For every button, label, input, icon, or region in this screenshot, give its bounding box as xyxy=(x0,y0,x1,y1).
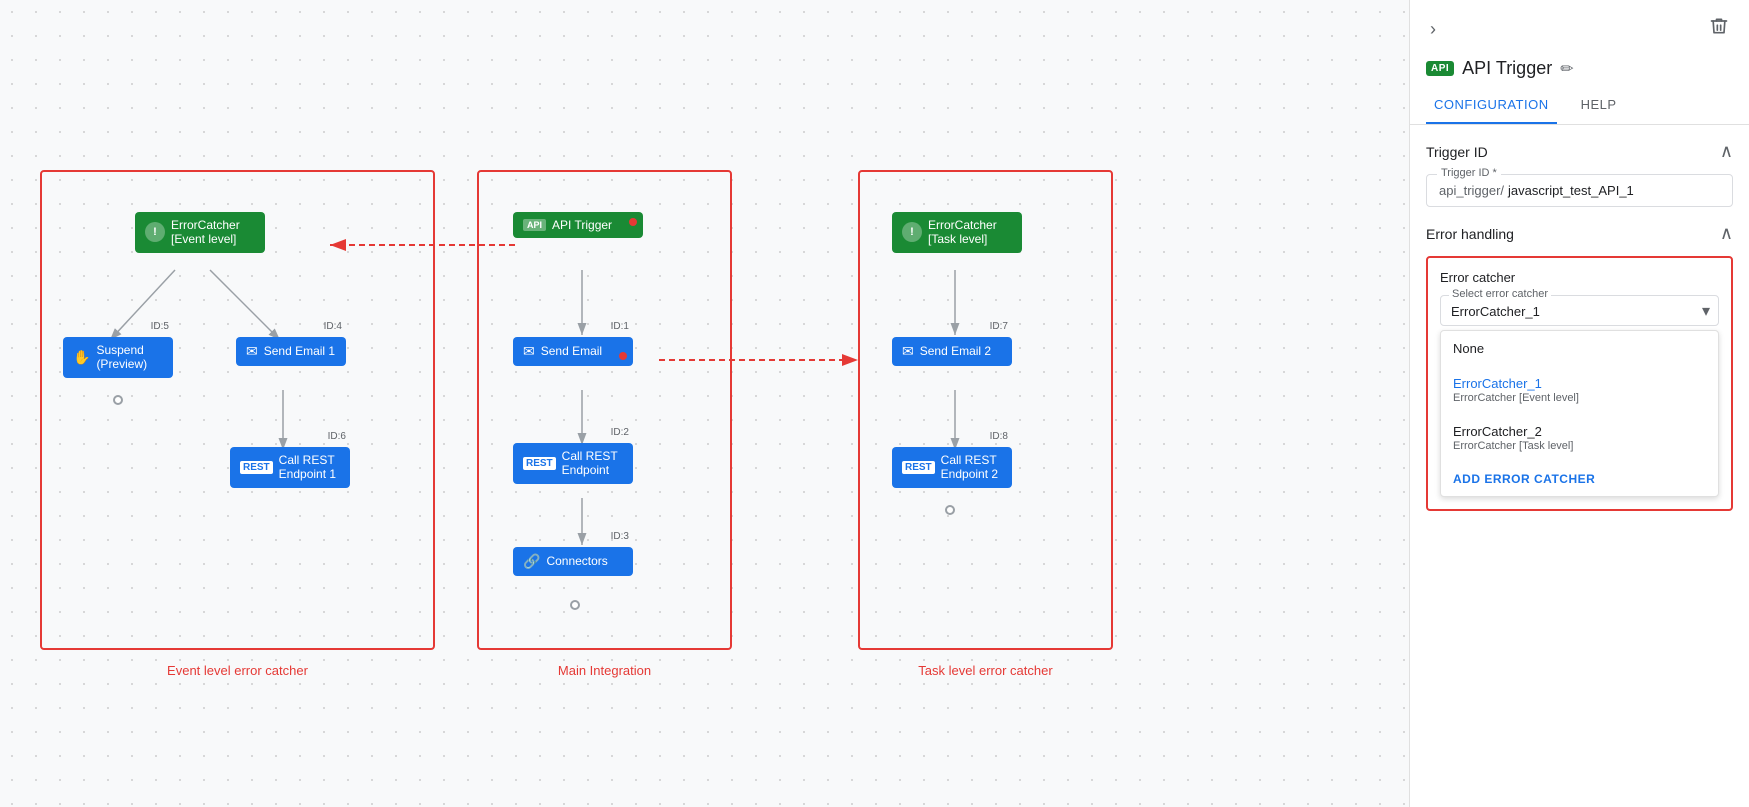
tab-help[interactable]: HELP xyxy=(1573,87,1625,124)
call-rest-main-id: ID:2 xyxy=(611,427,629,438)
trigger-id-value-row: api_trigger/ javascript_test_API_1 xyxy=(1439,183,1720,198)
trigger-id-section: Trigger ID ∧ Trigger ID * api_trigger/ j… xyxy=(1410,125,1749,223)
call-rest-1-id: ID:6 xyxy=(328,431,346,442)
dropdown-item-errorcatcher2[interactable]: ErrorCatcher_2 ErrorCatcher [Task level] xyxy=(1441,414,1718,462)
dropdown-item-errorcatcher1[interactable]: ErrorCatcher_1 ErrorCatcher [Event level… xyxy=(1441,366,1718,414)
trigger-id-prefix: api_trigger/ xyxy=(1439,183,1504,198)
trigger-id-header: Trigger ID ∧ xyxy=(1426,141,1733,162)
send-email-2-id: ID:7 xyxy=(990,321,1008,332)
panel-title-row: API API Trigger ✏ xyxy=(1410,54,1749,87)
main-box: Main Integration xyxy=(477,170,732,650)
call-rest-main-node[interactable]: REST ID:2 Call RESTEndpoint xyxy=(513,443,633,484)
api-trigger-node[interactable]: API API Trigger xyxy=(513,212,643,238)
error-catcher-label: Error catcher xyxy=(1440,270,1719,285)
connectors-node[interactable]: 🔗 ID:3 Connectors xyxy=(513,547,633,576)
call-rest-2-node[interactable]: REST ID:8 Call RESTEndpoint 2 xyxy=(892,447,1012,488)
trigger-id-label: Trigger ID * xyxy=(1437,167,1501,179)
connectors-port xyxy=(570,600,580,610)
error-handling-collapse[interactable]: ∧ xyxy=(1720,223,1733,244)
dropdown-ec2-sublabel: ErrorCatcher [Task level] xyxy=(1453,440,1706,452)
error-catcher-event-node[interactable]: ! ErrorCatcher[Event level] xyxy=(135,212,265,253)
call-rest-2-id: ID:8 xyxy=(990,431,1008,442)
select-arrow-icon: ▾ xyxy=(1702,301,1710,321)
task-box-label: Task level error catcher xyxy=(918,663,1052,678)
error-handling-section: Error handling ∧ Error catcher Select er… xyxy=(1410,223,1749,527)
send-email-2-node[interactable]: ✉ ID:7 Send Email 2 xyxy=(892,337,1012,366)
panel-collapse-button[interactable]: › xyxy=(1426,15,1440,44)
dropdown-ec2-label: ErrorCatcher_2 xyxy=(1453,424,1706,439)
dropdown-list: None ErrorCatcher_1 ErrorCatcher [Event … xyxy=(1440,330,1719,497)
suspend-node[interactable]: ✋ ID:5 Suspend(Preview) xyxy=(63,337,173,378)
canvas[interactable]: Event level error catcher Main Integrati… xyxy=(0,0,1409,807)
main-box-label: Main Integration xyxy=(558,663,651,678)
trigger-id-title: Trigger ID xyxy=(1426,144,1488,160)
panel-delete-button[interactable] xyxy=(1705,12,1733,46)
error-handling-title: Error handling xyxy=(1426,226,1514,242)
send-email-main-id: ID:1 xyxy=(611,321,629,332)
delete-icon xyxy=(1709,16,1729,36)
error-handling-header: Error handling ∧ xyxy=(1426,223,1733,244)
trigger-id-value: javascript_test_API_1 xyxy=(1508,183,1634,198)
add-error-catcher-button[interactable]: ADD ERROR CATCHER xyxy=(1441,462,1718,496)
error-catcher-box: Error catcher Select error catcher Error… xyxy=(1426,256,1733,511)
dropdown-item-none[interactable]: None xyxy=(1441,331,1718,366)
call-rest-1-node[interactable]: REST ID:6 Call RESTEndpoint 1 xyxy=(230,447,350,488)
send-email-main-node[interactable]: ✉ ID:1 Send Email xyxy=(513,337,633,366)
suspend-id: ID:5 xyxy=(151,321,169,332)
call-rest-2-port xyxy=(945,505,955,515)
task-error-icon: ! xyxy=(902,222,922,242)
api-badge: API xyxy=(1426,61,1454,76)
dropdown-none-label: None xyxy=(1453,341,1706,356)
panel-title: API Trigger xyxy=(1462,58,1552,79)
error-catcher-task-node[interactable]: ! ErrorCatcher[Task level] xyxy=(892,212,1022,253)
select-value: ErrorCatcher_1 xyxy=(1451,300,1686,321)
send-email-1-id: ID:4 xyxy=(324,321,342,332)
dropdown-ec1-label: ErrorCatcher_1 xyxy=(1453,376,1706,391)
trigger-id-collapse[interactable]: ∧ xyxy=(1720,141,1733,162)
panel-tabs: CONFIGURATION HELP xyxy=(1410,87,1749,125)
connectors-id: ID:3 xyxy=(611,531,629,542)
error-catcher-select[interactable]: Select error catcher ErrorCatcher_1 ▾ xyxy=(1440,295,1719,326)
panel-header: › xyxy=(1410,0,1749,54)
event-box-label: Event level error catcher xyxy=(167,663,308,678)
suspend-port xyxy=(113,395,123,405)
trigger-id-field[interactable]: Trigger ID * api_trigger/ javascript_tes… xyxy=(1426,174,1733,207)
edit-icon[interactable]: ✏ xyxy=(1560,59,1573,79)
event-error-icon: ! xyxy=(145,222,165,242)
tab-configuration[interactable]: CONFIGURATION xyxy=(1426,87,1557,124)
dropdown-ec1-sublabel: ErrorCatcher [Event level] xyxy=(1453,392,1706,404)
right-panel: › API API Trigger ✏ CONFIGURATION HELP T… xyxy=(1409,0,1749,807)
select-label: Select error catcher xyxy=(1449,288,1551,300)
send-email-1-node[interactable]: ✉ ID:4 Send Email 1 xyxy=(236,337,346,366)
